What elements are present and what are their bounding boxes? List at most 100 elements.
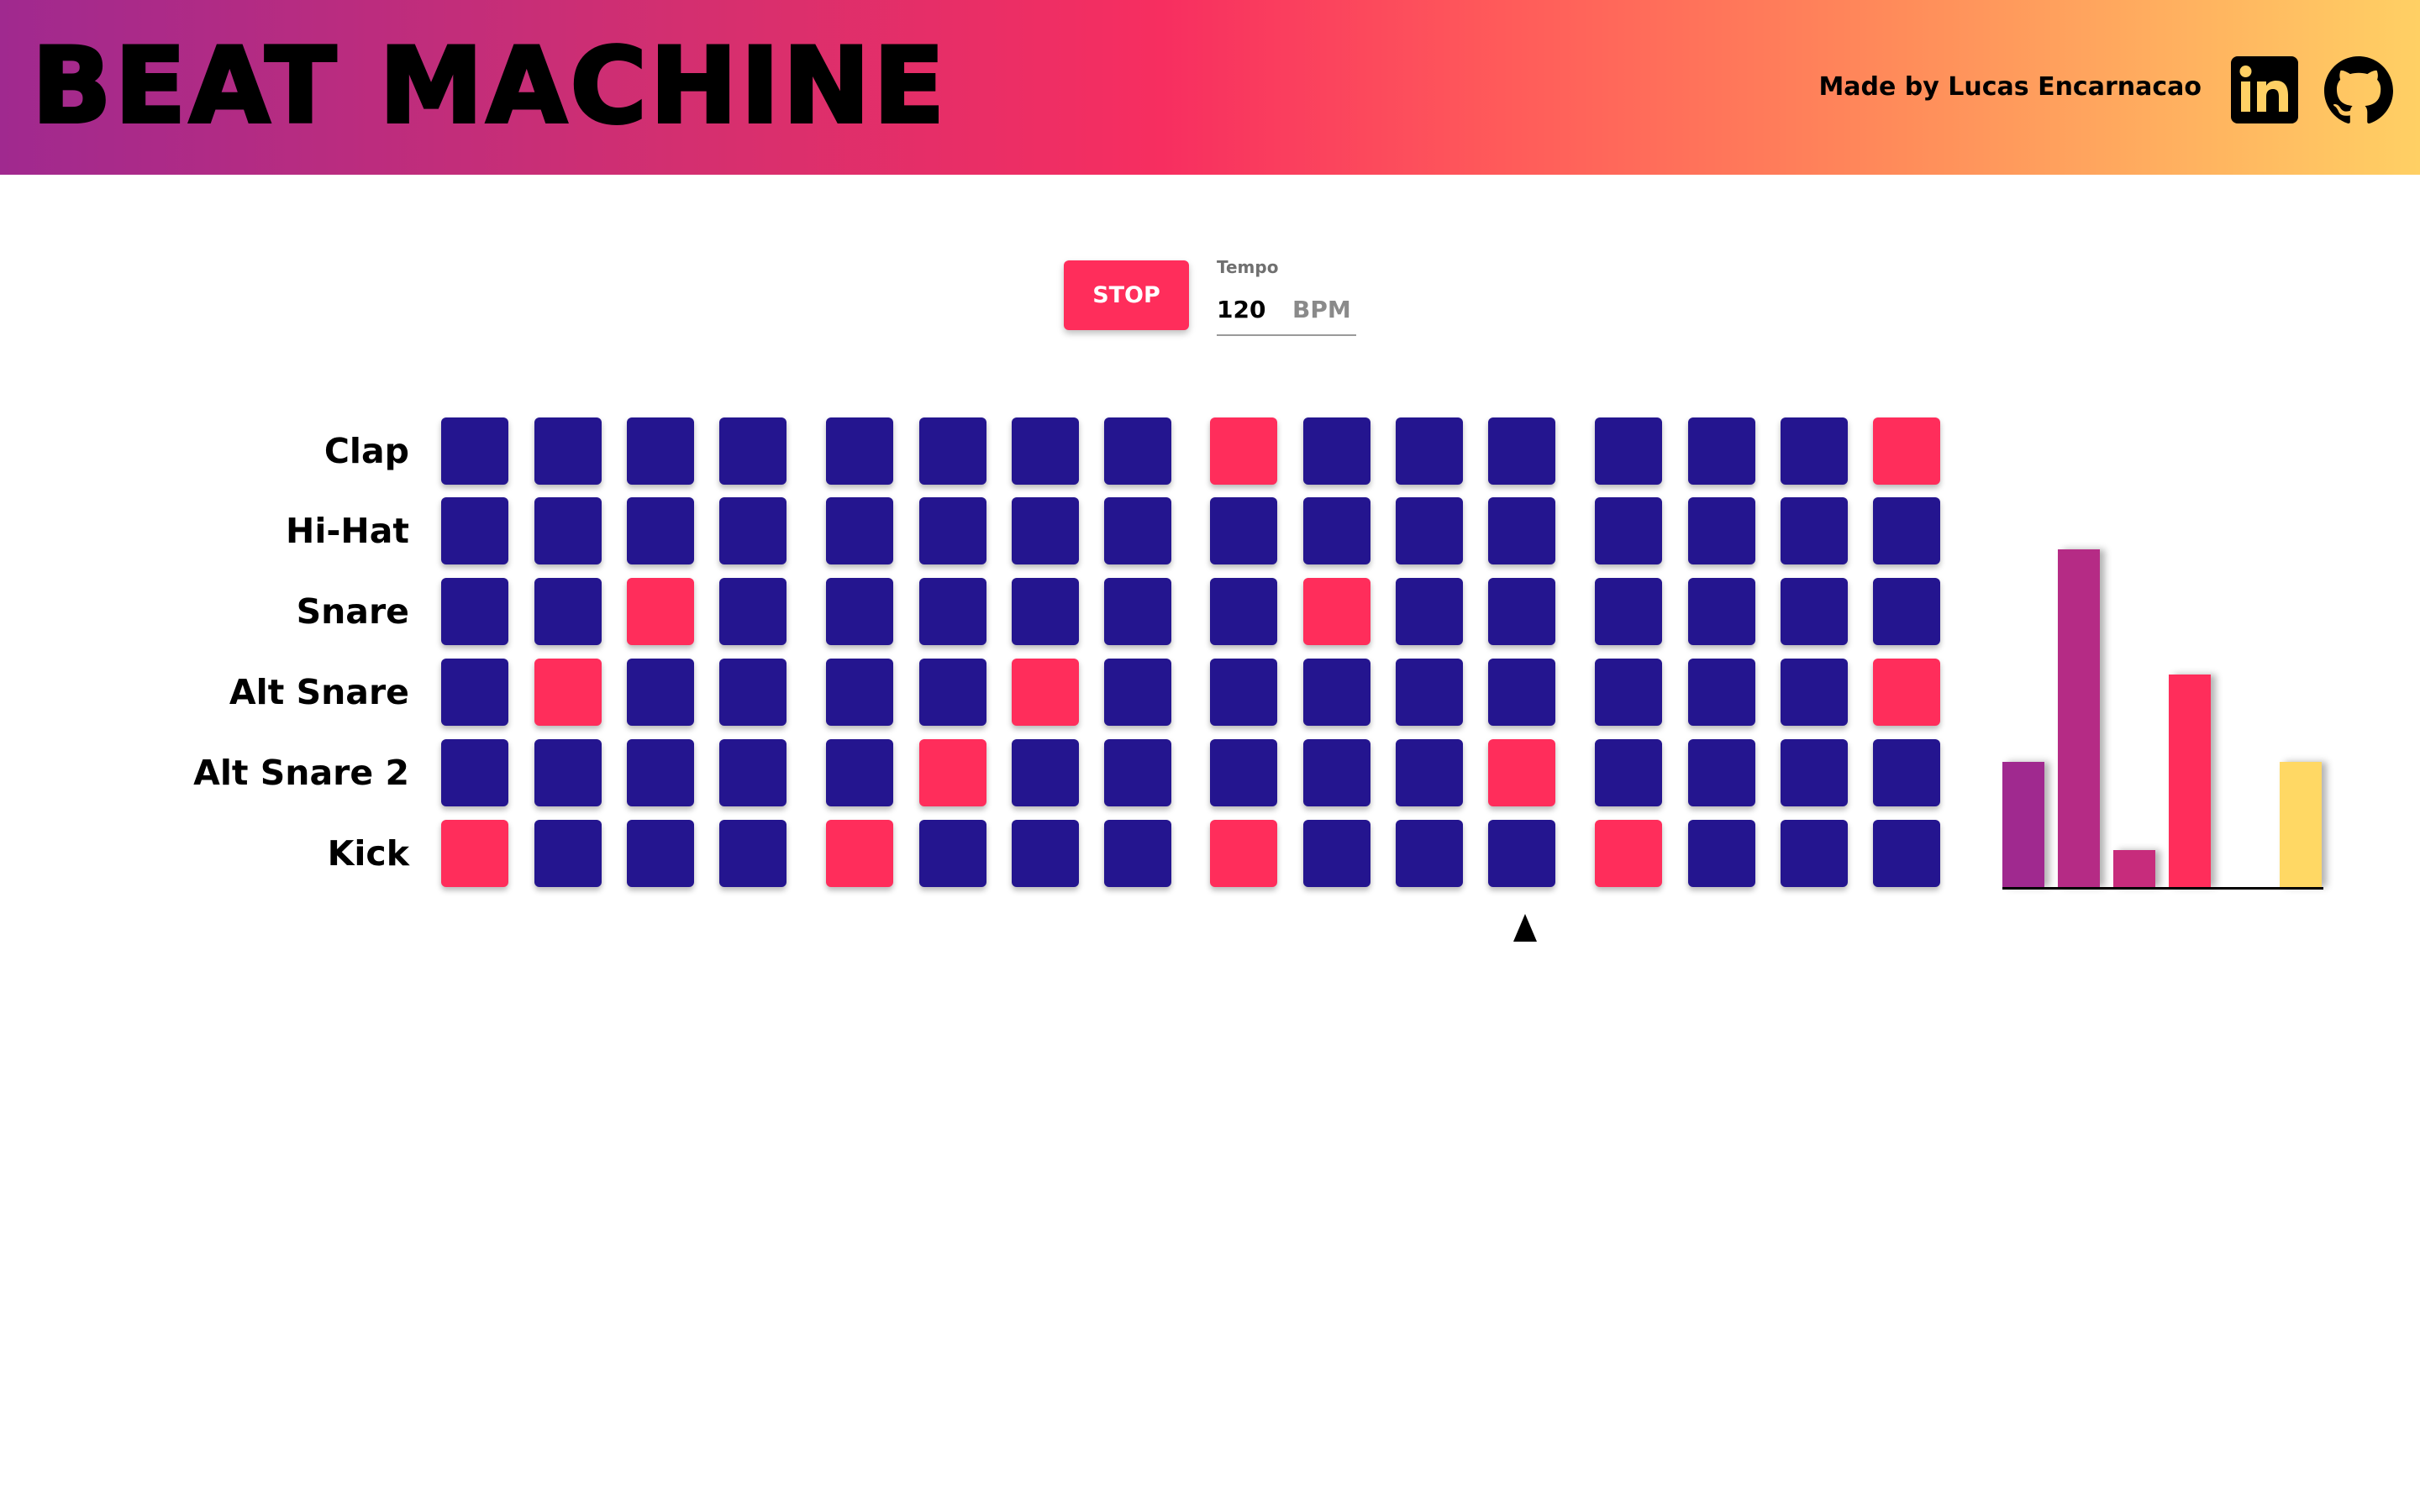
step-pad[interactable]: [1210, 820, 1277, 887]
step-pad[interactable]: [1688, 417, 1755, 485]
step-pad[interactable]: [1488, 497, 1555, 564]
step-pad[interactable]: [1396, 739, 1463, 806]
step-pad[interactable]: [1595, 417, 1662, 485]
step-pad[interactable]: [719, 578, 786, 645]
step-pad[interactable]: [826, 578, 893, 645]
step-pad[interactable]: [1104, 739, 1171, 806]
stop-button[interactable]: STOP: [1064, 260, 1189, 330]
step-pad[interactable]: [1012, 820, 1079, 887]
step-pad[interactable]: [1210, 739, 1277, 806]
step-pad[interactable]: [441, 820, 508, 887]
step-pad[interactable]: [1210, 497, 1277, 564]
step-pad[interactable]: [1396, 820, 1463, 887]
step-pad[interactable]: [1104, 417, 1171, 485]
step-pad[interactable]: [441, 417, 508, 485]
step-pad[interactable]: [919, 820, 986, 887]
step-pad[interactable]: [1873, 578, 1940, 645]
step-pad[interactable]: [1210, 659, 1277, 726]
step-pad[interactable]: [1488, 739, 1555, 806]
step-pad[interactable]: [1303, 417, 1370, 485]
step-pad[interactable]: [534, 739, 602, 806]
step-pad[interactable]: [1012, 739, 1079, 806]
step-pad[interactable]: [826, 417, 893, 485]
step-pad[interactable]: [441, 659, 508, 726]
step-pad[interactable]: [1303, 739, 1370, 806]
step-pad[interactable]: [534, 578, 602, 645]
step-pad[interactable]: [534, 417, 602, 485]
step-pad[interactable]: [826, 659, 893, 726]
step-pad[interactable]: [1396, 497, 1463, 564]
step-pad[interactable]: [1210, 417, 1277, 485]
step-pad[interactable]: [1781, 820, 1848, 887]
step-pad[interactable]: [1595, 659, 1662, 726]
step-pad[interactable]: [1781, 578, 1848, 645]
step-pad[interactable]: [1688, 739, 1755, 806]
step-pad[interactable]: [1303, 578, 1370, 645]
step-pad[interactable]: [1873, 659, 1940, 726]
step-pad[interactable]: [919, 739, 986, 806]
step-pad[interactable]: [627, 417, 694, 485]
step-pad[interactable]: [1595, 820, 1662, 887]
step-pad[interactable]: [1688, 578, 1755, 645]
github-icon[interactable]: [2324, 56, 2393, 125]
step-pad[interactable]: [534, 659, 602, 726]
step-pad[interactable]: [1595, 497, 1662, 564]
step-pad[interactable]: [1488, 659, 1555, 726]
step-pad[interactable]: [1873, 739, 1940, 806]
step-pad[interactable]: [1012, 417, 1079, 485]
step-pad[interactable]: [1396, 659, 1463, 726]
step-pad[interactable]: [1303, 497, 1370, 564]
step-pad[interactable]: [1012, 659, 1079, 726]
step-pad[interactable]: [441, 578, 508, 645]
step-pad[interactable]: [1012, 578, 1079, 645]
step-pad[interactable]: [719, 659, 786, 726]
step-pad[interactable]: [1781, 417, 1848, 485]
step-pad[interactable]: [441, 497, 508, 564]
step-pad[interactable]: [627, 820, 694, 887]
step-pad[interactable]: [441, 739, 508, 806]
step-pad[interactable]: [1595, 578, 1662, 645]
step-pad[interactable]: [627, 659, 694, 726]
step-pad[interactable]: [1488, 417, 1555, 485]
step-pad[interactable]: [1688, 820, 1755, 887]
step-pad[interactable]: [1488, 578, 1555, 645]
step-pad[interactable]: [627, 739, 694, 806]
step-pad[interactable]: [1210, 578, 1277, 645]
step-pad[interactable]: [1781, 739, 1848, 806]
step-pad[interactable]: [719, 820, 786, 887]
step-pad[interactable]: [1303, 659, 1370, 726]
step-pad[interactable]: [919, 497, 986, 564]
step-pad[interactable]: [1104, 578, 1171, 645]
step-pad[interactable]: [1873, 497, 1940, 564]
step-pad[interactable]: [919, 417, 986, 485]
step-pad[interactable]: [1396, 578, 1463, 645]
step-pad[interactable]: [919, 578, 986, 645]
step-pad[interactable]: [627, 578, 694, 645]
tempo-input[interactable]: [1217, 291, 1284, 328]
step-pad[interactable]: [627, 497, 694, 564]
step-pad[interactable]: [1303, 820, 1370, 887]
step-pad[interactable]: [1595, 739, 1662, 806]
step-pad[interactable]: [919, 659, 986, 726]
step-pad[interactable]: [534, 820, 602, 887]
step-pad[interactable]: [1688, 497, 1755, 564]
step-pad[interactable]: [1873, 820, 1940, 887]
step-pad[interactable]: [1873, 417, 1940, 485]
step-pad[interactable]: [1104, 497, 1171, 564]
step-pad[interactable]: [1104, 659, 1171, 726]
step-pad[interactable]: [826, 739, 893, 806]
step-pad[interactable]: [1104, 820, 1171, 887]
step-pad[interactable]: [1012, 497, 1079, 564]
step-pad[interactable]: [719, 417, 786, 485]
step-pad[interactable]: [1781, 497, 1848, 564]
step-pad[interactable]: [719, 497, 786, 564]
step-pad[interactable]: [1488, 820, 1555, 887]
step-pad[interactable]: [1396, 417, 1463, 485]
step-pad[interactable]: [534, 497, 602, 564]
step-pad[interactable]: [1688, 659, 1755, 726]
step-pad[interactable]: [826, 497, 893, 564]
step-pad[interactable]: [719, 739, 786, 806]
step-pad[interactable]: [826, 820, 893, 887]
linkedin-icon[interactable]: [2231, 56, 2298, 123]
step-pad[interactable]: [1781, 659, 1848, 726]
